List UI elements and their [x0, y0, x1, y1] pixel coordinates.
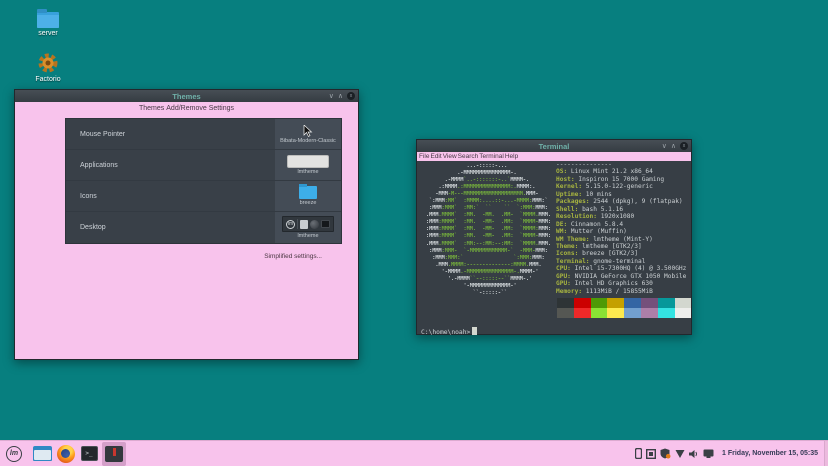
mint-logo-icon: lm: [6, 446, 22, 462]
terminal-launcher[interactable]: >_: [78, 442, 100, 466]
taskbar-panel: lm >_: [0, 440, 828, 466]
update-shield-icon[interactable]: [660, 448, 671, 459]
row-desktop[interactable]: Desktop lm lmtheme: [66, 212, 341, 243]
firefox-launcher[interactable]: [54, 442, 78, 466]
ascii-art: ...-:::::-... .-MMMMMMMMMMMMMMM-. .-MMMM…: [426, 163, 551, 297]
menu-file[interactable]: File: [419, 153, 429, 160]
desktop: server Factorio Themes ∨ ∧ x Themes Add/…: [0, 0, 828, 466]
firefox-icon: [57, 445, 75, 463]
cursor-block: [472, 327, 477, 335]
desktop-icon-label: Factorio: [16, 76, 80, 83]
menu-terminal[interactable]: Terminal: [479, 153, 504, 160]
row-applications[interactable]: Applications lmtheme: [66, 150, 341, 181]
desktop-icon-label: server: [16, 30, 80, 37]
minimize-icon[interactable]: ∨: [662, 143, 667, 150]
row-mouse-pointer[interactable]: Mouse Pointer Bibata-Modern-Classic: [66, 119, 341, 150]
close-icon[interactable]: x: [347, 92, 355, 100]
row-label: Mouse Pointer: [80, 131, 125, 138]
selected-gtk-theme: lmtheme: [297, 169, 318, 175]
terminal-menubar: File Edit View Search Terminal Help: [417, 152, 691, 161]
window-title: Themes: [172, 92, 200, 101]
terminal-icon: [321, 220, 330, 228]
workspace-window-icon[interactable]: [646, 449, 656, 459]
volume-icon[interactable]: [689, 449, 699, 459]
files-launcher[interactable]: [30, 442, 54, 466]
folder-icon: [299, 186, 317, 199]
themes-titlebar[interactable]: Themes ∨ ∧ x: [15, 90, 358, 102]
palette-row-2: [557, 308, 691, 318]
menu-help[interactable]: Help: [505, 153, 518, 160]
display-icon[interactable]: [703, 449, 714, 458]
selected-icon-theme: breeze: [300, 200, 317, 206]
terminal-output[interactable]: ...-:::::-... .-MMMMMMMMMMMMMMM-. .-MMMM…: [417, 161, 691, 324]
row-icons[interactable]: Icons breeze: [66, 181, 341, 212]
maximize-icon[interactable]: ∧: [338, 93, 343, 100]
notification-count: 1: [722, 450, 726, 457]
folder-icon: [37, 12, 59, 28]
row-label: Icons: [80, 193, 97, 200]
menu-search[interactable]: Search: [458, 153, 479, 160]
phone-icon[interactable]: [635, 448, 642, 459]
menu-view[interactable]: View: [443, 153, 457, 160]
network-icon[interactable]: [675, 449, 685, 458]
terminal-window: Terminal ∨ ∧ x File Edit View Search Ter…: [416, 139, 692, 335]
app-window-icon: [105, 446, 123, 462]
gear-icon: [37, 52, 59, 74]
window-list-button-active[interactable]: [102, 442, 126, 466]
themes-tabs: Themes Add/Remove Settings: [15, 102, 358, 115]
files-icon: [300, 220, 308, 229]
desktop-theme-selector[interactable]: lm lmtheme: [275, 212, 341, 243]
system-info: ---------------OS: Linux Mint 21.2 x86_6…: [556, 161, 686, 295]
selected-cursor-theme: Bibata-Modern-Classic: [280, 138, 336, 144]
row-label: Applications: [80, 162, 118, 169]
mouse-pointer-selector[interactable]: Bibata-Modern-Classic: [275, 119, 341, 149]
window-title: Terminal: [539, 142, 570, 151]
icons-selector[interactable]: breeze: [275, 181, 341, 211]
simplified-settings-link[interactable]: Simplified settings...: [264, 253, 322, 260]
minimize-icon[interactable]: ∨: [329, 93, 334, 100]
mint-logo-icon: lm: [286, 220, 295, 229]
cursor-icon: [303, 125, 313, 137]
desktop-icon-server[interactable]: server: [16, 12, 80, 37]
applications-selector[interactable]: lmtheme: [275, 150, 341, 180]
close-icon[interactable]: x: [680, 142, 688, 150]
tab-add-remove[interactable]: Add/Remove: [165, 105, 207, 112]
divider: [297, 219, 298, 229]
tab-themes[interactable]: Themes: [138, 105, 165, 112]
files-icon: [33, 446, 52, 461]
themes-window: Themes ∨ ∧ x Themes Add/Remove Settings …: [14, 89, 359, 360]
gtk-theme-preview: [287, 155, 329, 168]
shell-prompt: C:\home\noah>: [421, 327, 477, 336]
clock-applet[interactable]: 1 Friday, November 15, 05:35: [722, 450, 818, 457]
desktop-theme-preview: lm: [282, 216, 334, 232]
selected-desktop-theme: lmtheme: [297, 233, 318, 239]
menu-edit[interactable]: Edit: [430, 153, 441, 160]
themes-settings-panel: Mouse Pointer Bibata-Modern-Classic Appl…: [65, 118, 342, 244]
maximize-icon[interactable]: ∧: [671, 143, 676, 150]
show-desktop-button[interactable]: [824, 441, 828, 466]
prompt-text: C:\home\noah>: [421, 329, 470, 336]
firefox-icon: [310, 220, 319, 229]
tab-settings[interactable]: Settings: [208, 105, 235, 112]
desktop-icon-factorio[interactable]: Factorio: [16, 52, 80, 83]
clock-label: Friday, November 15, 05:35: [728, 450, 818, 457]
row-label: Desktop: [80, 224, 106, 231]
terminal-titlebar[interactable]: Terminal ∨ ∧ x: [417, 140, 691, 152]
terminal-icon: >_: [81, 446, 98, 461]
mint-menu-button[interactable]: lm: [2, 442, 26, 466]
palette-row-1: [557, 298, 691, 308]
